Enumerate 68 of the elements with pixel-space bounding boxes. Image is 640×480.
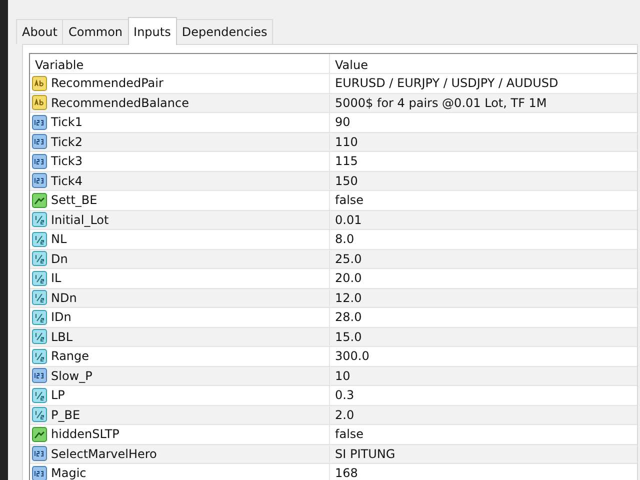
value-cell[interactable]: 0.3: [330, 386, 354, 404]
variable-name: LBL: [51, 328, 73, 346]
number-icon: [32, 466, 47, 480]
variable-name: Tick2: [51, 134, 82, 151]
variable-name: hiddenSLTP: [51, 426, 120, 444]
fraction-icon: [32, 232, 47, 247]
value-cell[interactable]: 150: [330, 172, 358, 190]
value-cell[interactable]: false: [330, 191, 364, 210]
value-cell[interactable]: 90: [330, 113, 350, 132]
value-cell[interactable]: 2.0: [330, 406, 354, 424]
value-cell[interactable]: 8.0: [330, 230, 354, 248]
fraction-icon: [32, 212, 47, 228]
tab[interactable]: Inputs: [128, 17, 177, 45]
variable-name: Tick1: [51, 114, 82, 132]
variable-name: NDn: [51, 290, 77, 307]
value-cell[interactable]: 28.0: [330, 308, 362, 326]
number-icon: [32, 446, 47, 462]
variable-name: IDn: [51, 309, 72, 326]
number-icon: [32, 173, 47, 188]
value-cell[interactable]: 110: [330, 132, 358, 151]
value-cell[interactable]: SI PITUNG: [330, 444, 396, 463]
toggle-icon: [32, 192, 47, 208]
number-icon: [32, 134, 47, 150]
fraction-icon: [32, 251, 47, 266]
value-cell[interactable]: 0.01: [330, 210, 362, 229]
column-header[interactable]: Value: [330, 54, 373, 73]
variable-name: Tick4: [51, 172, 82, 190]
variable-name: Initial_Lot: [51, 212, 109, 229]
ab-string-icon: [32, 76, 47, 91]
variable-name: NL: [51, 231, 67, 248]
value-cell[interactable]: 20.0: [330, 269, 362, 288]
variable-name: LP: [51, 387, 65, 404]
value-cell[interactable]: 12.0: [330, 288, 362, 307]
value-cell[interactable]: 25.0: [330, 250, 362, 268]
number-icon: [32, 154, 47, 169]
variable-name: Tick3: [51, 153, 82, 170]
fraction-icon: [32, 310, 47, 325]
tab[interactable]: Dependencies: [176, 19, 274, 44]
fraction-icon: [32, 329, 47, 344]
variable-name: Slow_P: [51, 368, 92, 385]
value-cell[interactable]: false: [330, 425, 364, 444]
variable-name: Sett_BE: [51, 192, 98, 210]
fraction-icon: [32, 388, 47, 403]
value-cell[interactable]: EURUSD / EURJPY / USDJPY / AUDUSD: [330, 74, 558, 92]
variable-name: SelectMarvelHero: [51, 446, 157, 463]
number-icon: [32, 114, 47, 130]
toggle-icon: [32, 426, 47, 442]
value-cell[interactable]: 5000$ for 4 pairs @0.01 Lot, TF 1M: [330, 94, 547, 112]
value-cell[interactable]: 300.0: [330, 347, 370, 366]
column-header[interactable]: Variable: [30, 54, 330, 73]
value-cell[interactable]: 168: [330, 464, 358, 480]
variable-name: RecommendedBalance: [51, 94, 189, 112]
tab[interactable]: About: [16, 19, 64, 44]
value-cell[interactable]: 10: [330, 366, 350, 385]
value-cell[interactable]: 15.0: [330, 328, 362, 346]
fraction-icon: [32, 270, 47, 286]
variable-name: Dn: [51, 250, 68, 268]
variable-name: Magic: [51, 465, 86, 480]
ab-string-icon: [32, 95, 47, 110]
number-icon: [32, 368, 47, 384]
fraction-icon: [32, 290, 47, 306]
variable-name: Range: [51, 348, 90, 366]
variable-name: RecommendedPair: [51, 75, 164, 92]
fraction-icon: [32, 407, 47, 422]
value-cell[interactable]: 115: [330, 152, 358, 170]
fraction-icon: [32, 348, 47, 364]
variable-name: IL: [51, 270, 62, 288]
variable-name: P_BE: [51, 406, 80, 424]
